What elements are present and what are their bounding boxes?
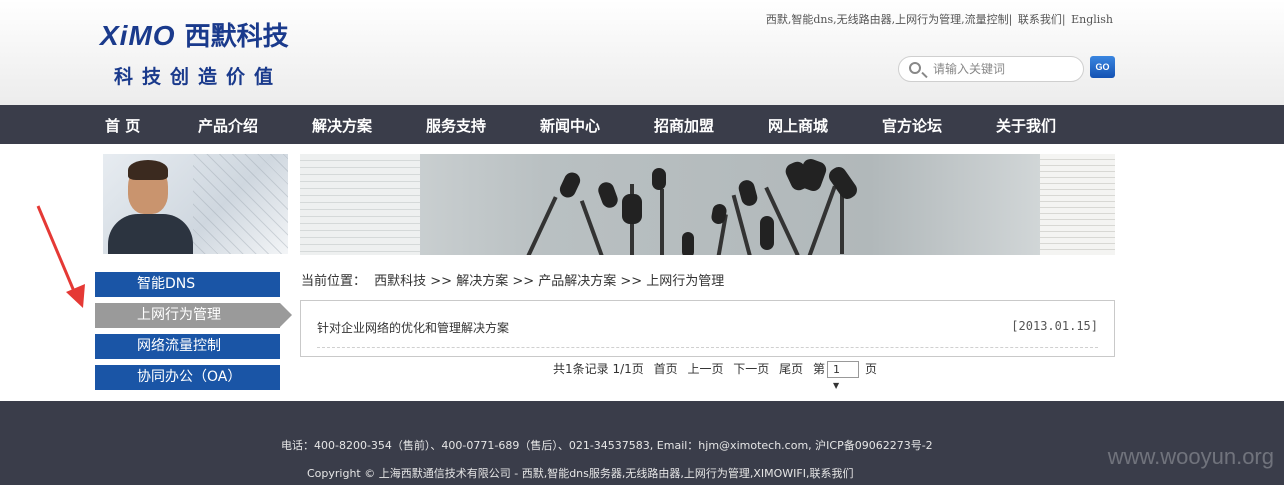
footer-contact: 电话：400-8200-354（售前）、400-0771-689（售后）、021… [281, 439, 933, 452]
sidebar-item-smart-dns[interactable]: 智能DNS [95, 272, 280, 297]
top-link-contact[interactable]: 联系我们| [1018, 13, 1066, 26]
pager-summary: 共1条记录 1/1页 [553, 362, 644, 376]
nav-franchise[interactable]: 招商加盟 [654, 115, 714, 136]
main-nav: 首 页 产品介绍 解决方案 服务支持 新闻中心 招商加盟 网上商城 官方论坛 关… [0, 105, 1284, 144]
nav-support[interactable]: 服务支持 [426, 115, 486, 136]
list-item-date: [2013.01.15] [1011, 319, 1098, 333]
nav-home[interactable]: 首 页 [105, 115, 140, 136]
top-link-english[interactable]: English [1071, 13, 1113, 26]
nav-news[interactable]: 新闻中心 [540, 115, 600, 136]
nav-about[interactable]: 关于我们 [996, 115, 1056, 136]
sidebar-item-traffic-control[interactable]: 网络流量控制 [95, 334, 280, 359]
search-icon [909, 62, 921, 74]
pager-page-suffix: 页 [864, 362, 877, 376]
header: XiMO 西默科技 科技创造价值 西默,智能dns,无线路由器,上网行为管理,流… [0, 0, 1284, 105]
search-go-button[interactable]: GO [1090, 56, 1115, 78]
logo[interactable]: XiMO 西默科技 [100, 16, 289, 53]
logo-brand-en: XiMO [100, 20, 176, 51]
chevron-down-icon: ▼ [832, 381, 840, 390]
pagination: 共1条记录 1/1页 首页 上一页 下一页 尾页 第1 ▼ 页 [553, 360, 883, 390]
top-links: 西默,智能dns,无线路由器,上网行为管理,流量控制| 联系我们| Englis… [765, 11, 1114, 27]
red-arrow-icon [36, 205, 85, 308]
sidebar-item-behavior-mgmt[interactable]: 上网行为管理 [95, 303, 292, 328]
pager-page-prefix: 第 [812, 362, 825, 376]
top-link-keywords[interactable]: 西默,智能dns,无线路由器,上网行为管理,流量控制| [766, 13, 1012, 26]
page-select[interactable]: 1 ▼ [826, 361, 859, 390]
breadcrumb: 当前位置： 西默科技 >> 解决方案 >> 产品解决方案 >> 上网行为管理 [301, 270, 728, 289]
footer-copyright: Copyright © 上海西默通信技术有限公司 - 西默,智能dns服务器,无… [307, 467, 854, 480]
search-box [898, 56, 1084, 82]
nav-solutions[interactable]: 解决方案 [312, 115, 372, 136]
breadcrumb-path[interactable]: 西默科技 >> 解决方案 >> 产品解决方案 >> 上网行为管理 [374, 274, 724, 289]
search-input[interactable] [933, 60, 1073, 78]
nav-products[interactable]: 产品介绍 [198, 115, 258, 136]
banner-image [300, 154, 1115, 255]
pager-prev[interactable]: 上一页 [687, 362, 723, 376]
logo-brand-cn: 西默科技 [184, 22, 289, 52]
page-select-value: 1 [832, 363, 840, 376]
pager-first[interactable]: 首页 [654, 362, 678, 376]
slogan: 科技创造价值 [114, 66, 283, 88]
nav-shop[interactable]: 网上商城 [768, 115, 828, 136]
pager-next[interactable]: 下一页 [733, 362, 769, 376]
list-divider [317, 347, 1098, 348]
breadcrumb-label: 当前位置： [301, 274, 367, 289]
footer: 电话：400-8200-354（售前）、400-0771-689（售后）、021… [0, 401, 1284, 485]
pager-last[interactable]: 尾页 [779, 362, 803, 376]
nav-forum[interactable]: 官方论坛 [882, 115, 942, 136]
article-list: 针对企业网络的优化和管理解决方案 [2013.01.15] [300, 300, 1115, 357]
sidebar-photo [103, 154, 288, 254]
watermark: www.wooyun.org [1107, 444, 1274, 469]
sidebar-item-oa[interactable]: 协同办公（OA） [95, 365, 280, 390]
list-item-title[interactable]: 针对企业网络的优化和管理解决方案 [317, 319, 509, 336]
